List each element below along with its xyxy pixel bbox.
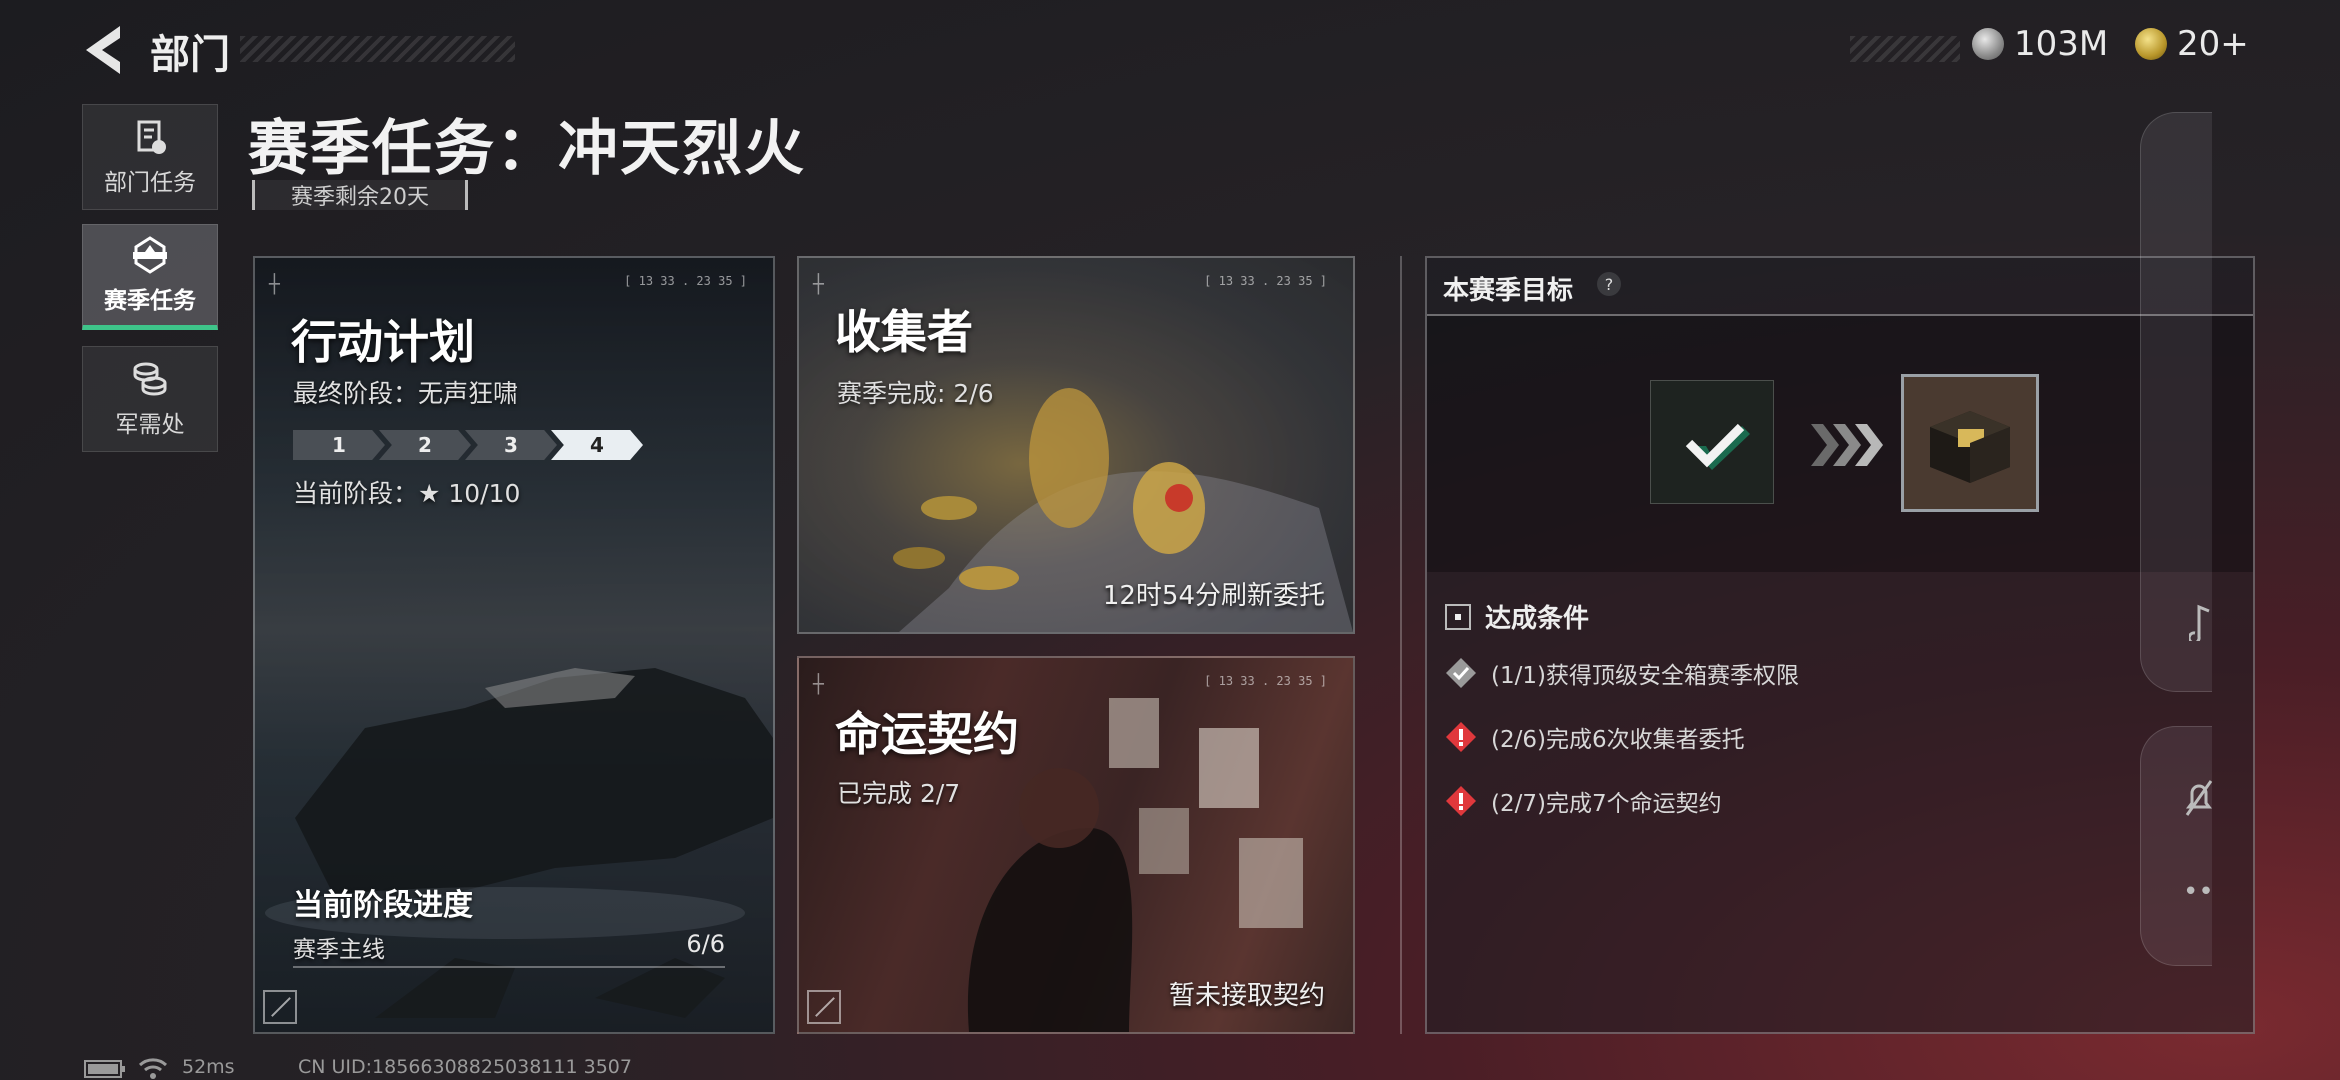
current-stage: 当前阶段：★ 10/10 xyxy=(293,479,521,508)
nav-label: 军需处 xyxy=(115,412,185,438)
coin-stack-icon xyxy=(133,362,167,396)
progress-title: 当前阶段进度 xyxy=(293,888,473,923)
conditions-heading: 达成条件 xyxy=(1445,598,1589,635)
goal-reward-band xyxy=(1427,316,2253,572)
expand-corner-icon[interactable] xyxy=(263,990,297,1024)
currency-coins-value: 103M xyxy=(2014,24,2109,64)
warning-diamond-icon xyxy=(1446,786,1476,816)
header-stripe-right xyxy=(1850,36,1960,62)
completion-check-box xyxy=(1650,380,1774,504)
silver-coin-icon xyxy=(1972,28,2004,60)
stage-4: 4 xyxy=(551,430,643,460)
condition-text: (2/6)完成6次收集者委托 xyxy=(1491,727,1745,753)
warning-diamond-icon xyxy=(1446,722,1476,752)
crosshair-icon: ┼ xyxy=(813,274,824,295)
battery-icon xyxy=(84,1060,125,1078)
secure-case-icon xyxy=(1930,411,2010,483)
card-meta: [ 13 33 . 23 35 ] xyxy=(1204,674,1327,688)
gold-coin-icon xyxy=(2135,28,2167,60)
refresh-timer: 12时54分刷新委托 xyxy=(1102,581,1325,611)
back-arrow-icon[interactable] xyxy=(80,22,130,78)
crosshair-icon: ┼ xyxy=(813,674,824,695)
final-stage: 最终阶段：无声狂啸 xyxy=(293,379,519,408)
music-note-icon xyxy=(2189,604,2210,641)
condition-item: (2/6)完成6次收集者委托 xyxy=(1445,720,1745,754)
panel-title: 本赛季目标 xyxy=(1443,276,1574,306)
ping: 52ms xyxy=(182,1056,235,1078)
header-stripe xyxy=(240,36,515,62)
checkmark-icon xyxy=(1685,423,1750,470)
wifi-icon xyxy=(138,1058,168,1079)
stage-track: 1 2 3 4 xyxy=(293,430,643,460)
stage-3: 3 xyxy=(465,430,557,460)
currency-gold-value: 20+ xyxy=(2177,24,2249,64)
card-title: 收集者 xyxy=(835,305,973,359)
secure-case-reward[interactable] xyxy=(1901,374,2039,512)
more-dots-icon: •• xyxy=(2183,877,2214,907)
condition-text: (2/7)完成7个命运契约 xyxy=(1491,791,1722,817)
season-remaining: 赛季剩余20天 xyxy=(252,180,468,210)
divider xyxy=(1400,256,1402,1034)
card-operation-plan[interactable]: ┼ [ 13 33 . 23 35 ] 行动计划 最终阶段：无声狂啸 1 2 3… xyxy=(253,256,775,1034)
progress-name: 赛季主线 xyxy=(293,937,385,963)
crosshair-icon: ┼ xyxy=(269,274,280,295)
side-floating-panel-2[interactable]: •• xyxy=(2140,726,2214,966)
document-icon xyxy=(137,120,166,154)
stage-1: 1 xyxy=(293,430,385,460)
stage-2: 2 xyxy=(379,430,471,460)
nav-department-tasks[interactable]: 部门任务 xyxy=(82,104,218,210)
card-title: 行动计划 xyxy=(291,315,475,369)
card-title: 命运契约 xyxy=(835,707,1019,761)
uid: CN UID:18566308825038111 3507 xyxy=(298,1056,632,1078)
currency-gold[interactable]: 20+ xyxy=(2135,24,2249,64)
help-icon[interactable]: ? xyxy=(1597,272,1621,296)
side-floating-panel[interactable] xyxy=(2140,112,2212,692)
season-goal-panel: 本赛季目标 ? 达成条件 (1/1)获得顶级安全箱赛季权限 (2/6)完成6次收… xyxy=(1425,256,2255,1034)
card-fate-contract[interactable]: ┼ [ 13 33 . 23 35 ] 命运契约 已完成 2/7 暂未接取契约 xyxy=(797,656,1355,1034)
season-badge-icon xyxy=(133,236,167,274)
card-meta: [ 13 33 . 23 35 ] xyxy=(1204,274,1327,288)
contract-progress: 已完成 2/7 xyxy=(837,779,961,808)
bell-icon xyxy=(2185,780,2213,816)
page-title: 赛季任务：冲天烈火 xyxy=(248,114,806,184)
conditions-title: 达成条件 xyxy=(1485,604,1590,634)
card-collector[interactable]: ┼ [ 13 33 . 23 35 ] 收集者 赛季完成: 2/6 12时54分… xyxy=(797,256,1355,634)
nav-season-tasks[interactable]: 赛季任务 xyxy=(82,224,218,330)
contract-status: 暂未接取契约 xyxy=(1168,981,1325,1011)
progress-value: 6/6 xyxy=(686,930,725,958)
nav-label: 部门任务 xyxy=(104,170,196,196)
bullet-square-icon xyxy=(1445,603,1471,630)
currency-coins[interactable]: 103M xyxy=(1972,24,2108,64)
progress-underline xyxy=(293,966,725,968)
panel-header: 本赛季目标 ? xyxy=(1427,258,2253,316)
nav-quartermaster[interactable]: 军需处 xyxy=(82,346,218,452)
collector-progress: 赛季完成: 2/6 xyxy=(837,379,994,408)
condition-item: (2/7)完成7个命运契约 xyxy=(1445,784,1722,818)
card-meta: [ 13 33 . 23 35 ] xyxy=(624,274,747,288)
condition-item: (1/1)获得顶级安全箱赛季权限 xyxy=(1445,656,1799,690)
back-label[interactable]: 部门 xyxy=(150,22,230,80)
condition-text: (1/1)获得顶级安全箱赛季权限 xyxy=(1491,663,1799,689)
check-diamond-icon xyxy=(1446,658,1476,688)
nav-label: 赛季任务 xyxy=(104,288,196,314)
triple-chevron-icon xyxy=(1811,424,1883,466)
expand-corner-icon[interactable] xyxy=(807,990,841,1024)
